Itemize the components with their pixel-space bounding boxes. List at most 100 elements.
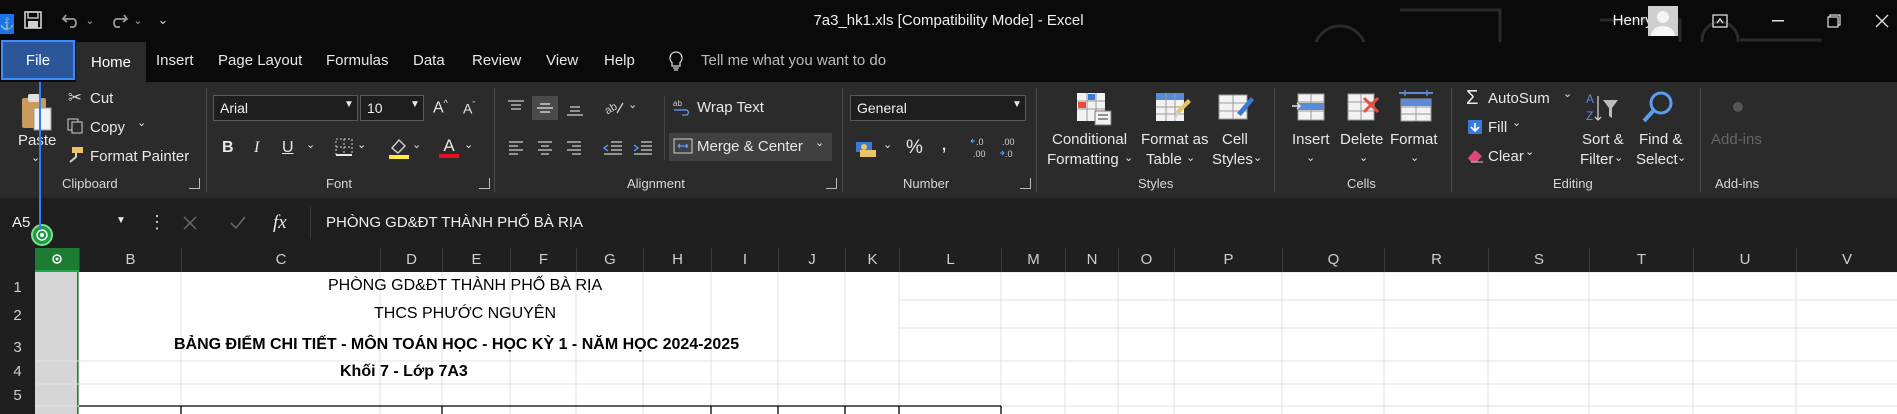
column-header-s[interactable]: S <box>1488 248 1589 272</box>
tab-page-layout[interactable]: Page Layout <box>218 52 302 69</box>
cell-a4-class[interactable]: Khối 7 - Lớp 7A3 <box>340 363 468 381</box>
column-header-c[interactable]: C <box>181 248 380 272</box>
cell-a2-school[interactable]: THCS PHƯỚC NGUYÊN <box>374 305 556 323</box>
italic-button[interactable]: I <box>254 139 259 157</box>
autosum-icon[interactable]: Σ <box>1466 87 1478 110</box>
column-header-l[interactable]: L <box>899 248 1001 272</box>
row-header-3[interactable]: 3 <box>0 328 35 361</box>
tab-file[interactable]: File <box>1 40 75 80</box>
conditional-formatting-icon[interactable] <box>1074 90 1114 128</box>
merge-center-button[interactable]: Merge & Center <box>697 138 803 155</box>
format-as-table-icon[interactable] <box>1154 90 1192 128</box>
close-icon[interactable] <box>1866 6 1897 36</box>
confirm-entry-icon[interactable] <box>228 213 248 233</box>
orientation-dropdown-icon[interactable]: ⌄ <box>628 98 637 111</box>
accounting-format-dropdown-icon[interactable]: ⌄ <box>883 138 892 151</box>
align-middle-icon[interactable] <box>532 96 558 120</box>
increase-font-size-icon[interactable]: A^ <box>433 98 448 117</box>
column-header-q[interactable]: Q <box>1282 248 1384 272</box>
font-name-dropdown-icon[interactable]: ▼ <box>344 99 354 110</box>
fill-dropdown-icon[interactable]: ⌄ <box>1512 116 1521 129</box>
format-as-table-line1[interactable]: Format as <box>1141 131 1209 148</box>
number-launcher-icon[interactable] <box>1020 178 1031 189</box>
decrease-indent-icon[interactable] <box>602 139 624 157</box>
clipboard-launcher-icon[interactable] <box>189 178 200 189</box>
find-select-icon[interactable] <box>1640 88 1676 126</box>
align-bottom-icon[interactable] <box>565 100 585 118</box>
avatar[interactable] <box>1648 6 1678 36</box>
formula-input[interactable]: PHÒNG GD&ĐT THÀNH PHỐ BÀ RỊA <box>326 214 583 231</box>
name-box[interactable]: A5 <box>0 207 135 239</box>
column-header-v[interactable]: V <box>1796 248 1897 272</box>
format-cells-dropdown-icon[interactable]: ⌄ <box>1410 151 1419 164</box>
autosum-button[interactable]: AutoSum <box>1488 90 1550 107</box>
conditional-formatting-line2[interactable]: Formatting <box>1047 151 1119 168</box>
column-header-k[interactable]: K <box>845 248 899 272</box>
fill-color-dropdown-icon[interactable]: ⌄ <box>412 138 421 151</box>
column-header-f[interactable]: F <box>510 248 576 272</box>
column-header-n[interactable]: N <box>1065 248 1118 272</box>
column-header-e[interactable]: E <box>442 248 510 272</box>
cancel-entry-icon[interactable] <box>180 213 200 233</box>
column-header-j[interactable]: J <box>778 248 845 272</box>
delete-cells-button[interactable]: Delete <box>1340 131 1383 148</box>
number-format-select[interactable]: General <box>850 95 1026 121</box>
paste-button[interactable]: Paste <box>18 132 56 149</box>
merge-center-icon[interactable] <box>673 137 693 155</box>
column-header-a-selected[interactable] <box>35 248 79 272</box>
tab-data[interactable]: Data <box>413 52 445 69</box>
column-header-m[interactable]: M <box>1001 248 1065 272</box>
paste-icon[interactable] <box>18 92 54 132</box>
font-color-icon[interactable]: A <box>438 135 460 160</box>
alignment-launcher-icon[interactable] <box>826 178 837 189</box>
find-select-dropdown-icon[interactable]: ⌄ <box>1677 151 1686 164</box>
underline-button[interactable]: U <box>282 139 294 157</box>
borders-dropdown-icon[interactable]: ⌄ <box>357 138 366 151</box>
accounting-format-icon[interactable] <box>855 138 877 158</box>
restore-icon[interactable] <box>1812 6 1856 36</box>
minimize-icon[interactable] <box>1756 6 1800 36</box>
fill-icon[interactable] <box>1466 118 1484 136</box>
conditional-formatting-dropdown-icon[interactable]: ⌄ <box>1124 151 1133 164</box>
increase-indent-icon[interactable] <box>632 139 654 157</box>
row-header-6[interactable] <box>0 406 35 414</box>
column-header-i[interactable]: I <box>711 248 778 272</box>
find-select-line2[interactable]: Select <box>1636 151 1678 168</box>
insert-cells-button[interactable]: Insert <box>1292 131 1330 148</box>
tell-me-search[interactable]: Tell me what you want to do <box>701 52 886 69</box>
conditional-formatting-line1[interactable]: Conditional <box>1052 131 1127 148</box>
sort-filter-dropdown-icon[interactable]: ⌄ <box>1614 151 1623 164</box>
row-header-1[interactable]: 1 <box>0 272 35 300</box>
insert-function-button[interactable]: fx <box>273 212 287 234</box>
scissors-icon[interactable]: ✂ <box>66 88 84 107</box>
wrap-text-icon[interactable]: ab <box>673 98 691 116</box>
cell-styles-line2[interactable]: Styles <box>1212 151 1253 168</box>
comma-style-button[interactable]: , <box>941 130 947 156</box>
find-select-line1[interactable]: Find & <box>1639 131 1682 148</box>
percent-style-button[interactable]: % <box>906 137 923 159</box>
column-header-h[interactable]: H <box>643 248 711 272</box>
tab-view[interactable]: View <box>546 52 578 69</box>
column-header-r[interactable]: R <box>1384 248 1488 272</box>
decrease-decimal-icon[interactable]: .00.0 <box>999 134 1023 160</box>
fill-button[interactable]: Fill <box>1488 119 1507 136</box>
select-all-button[interactable] <box>0 248 35 272</box>
column-header-d[interactable]: D <box>380 248 442 272</box>
sort-filter-line2[interactable]: Filter <box>1580 151 1613 168</box>
column-header-o[interactable]: O <box>1118 248 1174 272</box>
formula-bar-grip-icon[interactable]: ⋮ <box>148 213 166 233</box>
column-header-g[interactable]: G <box>576 248 643 272</box>
font-name-select[interactable]: Arial <box>213 95 358 121</box>
underline-dropdown-icon[interactable]: ⌄ <box>306 138 315 151</box>
format-as-table-line2[interactable]: Table <box>1146 151 1182 168</box>
insert-cells-icon[interactable] <box>1290 90 1328 126</box>
column-header-b[interactable]: B <box>79 248 181 272</box>
font-launcher-icon[interactable] <box>479 178 490 189</box>
tab-formulas[interactable]: Formulas <box>326 52 389 69</box>
font-color-dropdown-icon[interactable]: ⌄ <box>464 138 473 151</box>
orientation-icon[interactable]: ab <box>603 96 625 118</box>
align-top-icon[interactable] <box>506 98 526 116</box>
wrap-text-button[interactable]: Wrap Text <box>697 99 764 116</box>
number-format-dropdown-icon[interactable]: ▼ <box>1012 99 1022 110</box>
sort-filter-icon[interactable]: AZ <box>1584 90 1620 126</box>
